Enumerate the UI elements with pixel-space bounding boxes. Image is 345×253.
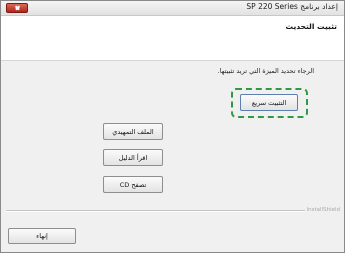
- preparation-file-button[interactable]: الملف التمهيدي: [103, 123, 163, 140]
- browse-cd-button[interactable]: تصفح CD: [103, 176, 163, 193]
- window-title: إعداد برنامج SP 220 Series: [246, 2, 338, 11]
- read-guide-button[interactable]: اقرأ الدليل: [103, 149, 163, 166]
- instruction-text: الرجاء تحديد الميزة التي تريد تثبيتها.: [217, 67, 314, 75]
- close-icon[interactable]: [6, 3, 28, 13]
- installshield-label: InstallShield: [304, 207, 340, 213]
- title-bar: إعداد برنامج SP 220 Series: [1, 1, 344, 16]
- header-panel: تثبيت التحديث: [1, 16, 344, 61]
- installer-window: إعداد برنامج SP 220 Series تثبيت التحديث…: [0, 0, 345, 253]
- finish-button[interactable]: إنهاء: [8, 228, 76, 244]
- footer-separator: [6, 210, 306, 212]
- page-title: تثبيت التحديث: [285, 22, 338, 31]
- quick-install-button[interactable]: التثبيت سريع: [240, 94, 298, 111]
